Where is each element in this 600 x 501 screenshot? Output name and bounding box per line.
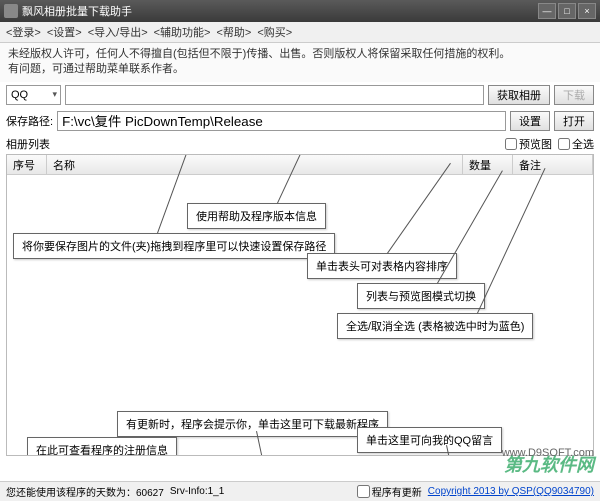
album-list-label: 相册列表 <box>6 136 50 152</box>
col-seq[interactable]: 序号 <box>7 155 47 174</box>
update-checkbox-label: 程序有更新 <box>372 484 422 499</box>
menu-help[interactable]: <帮助> <box>216 24 251 40</box>
titlebar: 飘风相册批量下载助手 — □ × <box>0 0 600 22</box>
album-table: 序号 名称 数量 备注 使用帮助及程序版本信息 将你要保存图片的文件(夹)拖拽到… <box>6 154 594 456</box>
set-path-button[interactable]: 设置 <box>510 111 550 131</box>
col-note[interactable]: 备注 <box>513 155 593 174</box>
app-icon <box>4 4 18 18</box>
callout-selectall: 全选/取消全选 (表格被选中时为蓝色) <box>337 313 533 339</box>
close-button[interactable]: × <box>578 3 596 19</box>
menu-login[interactable]: <登录> <box>6 24 41 40</box>
status-srv: Srv-Info:1_1 <box>170 486 224 497</box>
save-path-input[interactable] <box>57 111 506 131</box>
copyright-link[interactable]: Copyright 2013 by QSP(QQ9034790) <box>428 486 594 497</box>
callout-qq: 单击这里可向我的QQ留言 <box>357 427 502 453</box>
get-album-button[interactable]: 获取相册 <box>488 85 550 105</box>
update-checkbox[interactable]: 程序有更新 <box>357 484 422 499</box>
col-name[interactable]: 名称 <box>47 155 463 174</box>
platform-select[interactable]: QQ <box>6 85 61 105</box>
preview-checkbox-label: 预览图 <box>519 136 552 152</box>
table-header[interactable]: 序号 名称 数量 备注 <box>7 155 593 175</box>
callout-preview-toggle: 列表与预览图模式切换 <box>357 283 485 309</box>
menu-aux[interactable]: <辅助功能> <box>154 24 211 40</box>
maximize-button[interactable]: □ <box>558 3 576 19</box>
platform-selected: QQ <box>11 89 28 101</box>
menubar: <登录> <设置> <导入/导出> <辅助功能> <帮助> <购买> <box>0 22 600 43</box>
minimize-button[interactable]: — <box>538 3 556 19</box>
status-days: 您还能使用该程序的天数为：60627 <box>6 484 164 499</box>
selectall-checkbox-label: 全选 <box>572 136 594 152</box>
selectall-checkbox[interactable]: 全选 <box>558 136 594 152</box>
save-path-label: 保存路径: <box>6 113 53 129</box>
menu-buy[interactable]: <购买> <box>257 24 292 40</box>
menu-import[interactable]: <导入/导出> <box>88 24 148 40</box>
callout-help: 使用帮助及程序版本信息 <box>187 203 326 229</box>
open-path-button[interactable]: 打开 <box>554 111 594 131</box>
menu-settings[interactable]: <设置> <box>47 24 82 40</box>
notice-line1: 未经版权人许可，任何人不得擅自(包括但不限于)传播、出售。否则版权人将保留采取任… <box>8 47 592 62</box>
download-button[interactable]: 下载 <box>554 85 594 105</box>
notice-line2: 有问题，可通过帮助菜单联系作者。 <box>8 62 592 77</box>
col-qty[interactable]: 数量 <box>463 155 513 174</box>
callout-register: 在此可查看程序的注册信息 <box>27 437 177 456</box>
callout-sort: 单击表头可对表格内容排序 <box>307 253 457 279</box>
window-title: 飘风相册批量下载助手 <box>22 3 538 19</box>
statusbar: 您还能使用该程序的天数为：60627 Srv-Info:1_1 程序有更新 Co… <box>0 481 600 501</box>
preview-checkbox[interactable]: 预览图 <box>505 136 552 152</box>
notice-text: 未经版权人许可，任何人不得擅自(包括但不限于)传播、出售。否则版权人将保留采取任… <box>0 43 600 82</box>
watermark-text: 第九软件网 <box>504 451 594 477</box>
callout-update: 有更新时，程序会提示你，单击这里可下载最新程序 <box>117 411 388 437</box>
callout-dragpath: 将你要保存图片的文件(夹)拖拽到程序里可以快速设置保存路径 <box>13 233 335 259</box>
album-url-input[interactable] <box>65 85 484 105</box>
